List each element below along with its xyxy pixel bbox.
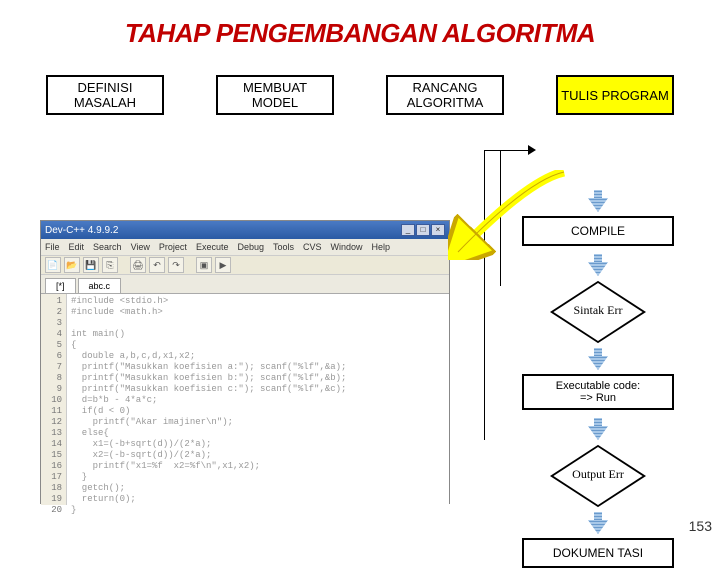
diamond-output-err: Output Err — [559, 450, 637, 502]
menu-item[interactable]: Edit — [69, 242, 85, 252]
arrow-down-icon — [588, 198, 608, 212]
menu-item[interactable]: View — [131, 242, 150, 252]
box-rancang: RANCANG ALGORITMA — [386, 75, 504, 115]
box-text: Executable code: — [528, 380, 668, 392]
menu-item[interactable]: Window — [331, 242, 363, 252]
maximize-icon[interactable]: □ — [416, 224, 430, 236]
ide-code[interactable]: #include <stdio.h> #include <math.h> int… — [67, 294, 449, 505]
arrow-connector — [594, 348, 602, 356]
box-text: MEMBUAT — [243, 80, 307, 95]
toolbar-save-icon[interactable]: 💾 — [83, 257, 99, 273]
yellow-arrow-icon — [448, 170, 568, 260]
box-text: DEFINISI — [78, 80, 133, 95]
ide-body: 1234567891011121314151617181920 #include… — [41, 293, 449, 505]
arrow-connector — [594, 190, 602, 198]
toolbar-compile-icon[interactable]: ▣ — [196, 257, 212, 273]
menu-item[interactable]: Search — [93, 242, 122, 252]
arrow-down-icon — [588, 356, 608, 370]
toolbar-new-icon[interactable]: 📄 — [45, 257, 61, 273]
menu-item[interactable]: CVS — [303, 242, 322, 252]
arrow-connector — [594, 254, 602, 262]
ide-titlebar: Dev-C++ 4.9.9.2 _ □ × — [41, 221, 449, 239]
ide-window: Dev-C++ 4.9.9.2 _ □ × File Edit Search View… — [40, 220, 450, 504]
ide-menubar[interactable]: File Edit Search View Project Execute Debug Too… — [41, 239, 449, 255]
page-title: TAHAP PENGEMBANGAN ALGORITMA — [0, 0, 720, 75]
menu-item[interactable]: Tools — [273, 242, 294, 252]
menu-item[interactable]: Help — [372, 242, 391, 252]
close-icon[interactable]: × — [431, 224, 445, 236]
box-text: RANCANG — [412, 80, 477, 95]
diamond-label: Sintak Err — [559, 303, 637, 318]
ide-tab[interactable]: [*] — [45, 278, 76, 293]
menu-item[interactable]: Debug — [237, 242, 264, 252]
box-text: MASALAH — [74, 95, 136, 110]
toolbar-run-icon[interactable]: ▶ — [215, 257, 231, 273]
menu-item[interactable]: Execute — [196, 242, 229, 252]
menu-item[interactable]: File — [45, 242, 60, 252]
ide-tab[interactable]: abc.c — [78, 278, 122, 293]
ide-toolbar[interactable]: 📄 📂 💾 ⎘ 🖨 ↶ ↷ ▣ ▶ — [41, 255, 449, 275]
box-tulis-program: TULIS PROGRAM — [556, 75, 674, 115]
arrow-down-icon — [588, 520, 608, 534]
box-executable: Executable code: => Run — [522, 374, 674, 410]
arrow-connector — [594, 418, 602, 426]
arrow-down-icon — [588, 262, 608, 276]
box-text: TULIS PROGRAM — [561, 88, 669, 103]
minimize-icon[interactable]: _ — [401, 224, 415, 236]
window-buttons: _ □ × — [401, 224, 445, 236]
toolbar-saveall-icon[interactable]: ⎘ — [102, 257, 118, 273]
arrow-down-icon — [588, 426, 608, 440]
toolbar-open-icon[interactable]: 📂 — [64, 257, 80, 273]
ide-tabs: [*] abc.c — [41, 275, 449, 293]
menu-item[interactable]: Project — [159, 242, 187, 252]
arrow-connector — [594, 512, 602, 520]
box-membuat: MEMBUAT MODEL — [216, 75, 334, 115]
box-text: ALGORITMA — [407, 95, 484, 110]
box-text: => Run — [528, 392, 668, 404]
top-boxes-row: DEFINISI MASALAH MEMBUAT MODEL RANCANG A… — [0, 75, 720, 115]
box-dokumentasi: DOKUMEN TASI — [522, 538, 674, 568]
box-definisi: DEFINISI MASALAH — [46, 75, 164, 115]
page-number: 153 — [689, 518, 712, 534]
ide-title-text: Dev-C++ 4.9.9.2 — [45, 225, 118, 236]
toolbar-print-icon[interactable]: 🖨 — [130, 257, 146, 273]
toolbar-undo-icon[interactable]: ↶ — [149, 257, 165, 273]
box-text: MODEL — [252, 95, 298, 110]
diamond-label: Output Err — [559, 467, 637, 482]
ide-gutter: 1234567891011121314151617181920 — [41, 294, 67, 505]
toolbar-redo-icon[interactable]: ↷ — [168, 257, 184, 273]
diamond-sintak-err: Sintak Err — [559, 286, 637, 338]
